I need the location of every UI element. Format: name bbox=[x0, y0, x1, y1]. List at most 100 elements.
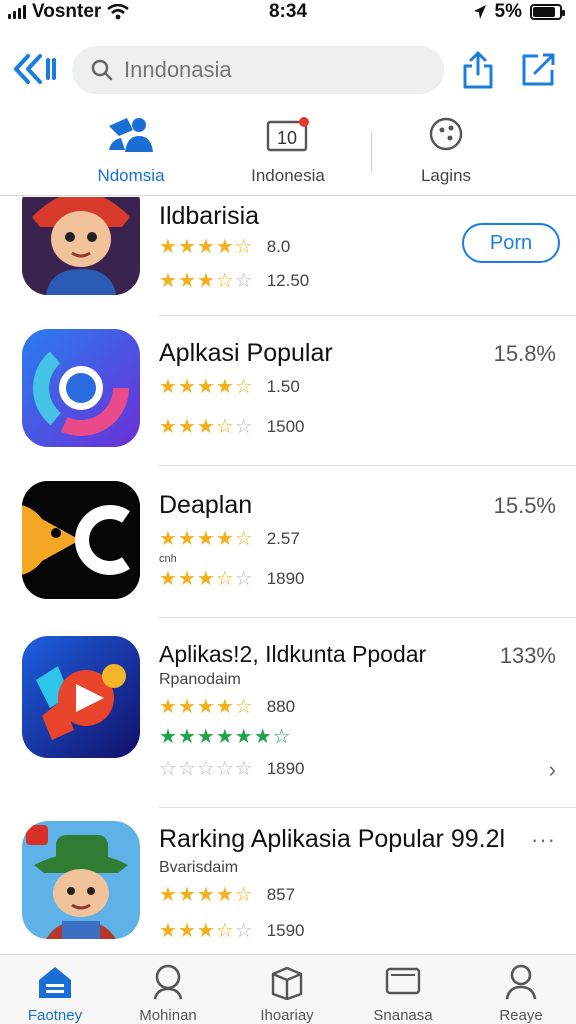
star-rating-green: ★ ★ ★ ★ ★ ★ ☆ bbox=[159, 727, 291, 747]
segment-tab-indonesia[interactable]: 10 Indonesia bbox=[213, 112, 363, 192]
star-icon: ★ bbox=[215, 528, 234, 550]
tab-faotney[interactable]: Faotney bbox=[0, 963, 110, 1024]
app-note: cnh bbox=[159, 553, 177, 565]
app-percentage: 15.8% bbox=[493, 341, 556, 366]
browser-ring-icon bbox=[22, 329, 140, 447]
rating-row: ★ ★ ★ ☆ ☆ 12.50 bbox=[159, 271, 309, 291]
tablet-icon bbox=[385, 967, 421, 995]
divider bbox=[159, 807, 576, 808]
rating-value: 8.0 bbox=[266, 237, 291, 256]
open-button[interactable]: Porn bbox=[462, 223, 560, 263]
list-item[interactable]: Ildbarisia ★ ★ ★ ★ ☆ 8.0 ★ ★ ★ ☆ ☆ 12.50 Porn bbox=[0, 197, 576, 316]
rating-value: 1.50 bbox=[266, 377, 300, 396]
star-icon: ★ bbox=[159, 920, 177, 942]
star-icon: ☆ bbox=[234, 920, 253, 942]
star-icon: ★ bbox=[177, 696, 196, 718]
list-item[interactable]: Aplkasi Popular 15.8% ★ ★ ★ ★ ☆ 1.50 ★ ★ ★ ☆ ☆ 1… bbox=[0, 327, 576, 467]
star-icon: ★ bbox=[253, 726, 272, 748]
chevron-right-icon[interactable]: › bbox=[549, 757, 556, 783]
rating-row: ★ ★ ★ ☆ ☆ 1500 bbox=[159, 417, 305, 437]
star-icon: ★ bbox=[215, 376, 234, 398]
star-icon: ☆ bbox=[234, 696, 253, 718]
search-input[interactable] bbox=[124, 57, 424, 83]
tab-snanasa[interactable]: Snanasa bbox=[348, 963, 458, 1024]
star-icon: ★ bbox=[196, 884, 215, 906]
star-icon: ★ bbox=[196, 568, 215, 590]
star-rating: ★ ★ ★ ★ ☆ bbox=[159, 885, 253, 905]
segment-tab-label: Ndomsia bbox=[97, 166, 165, 185]
star-icon: ★ bbox=[215, 884, 234, 906]
app-title: Ildbarisia bbox=[159, 202, 260, 230]
rating-row: ★ ★ ★ ★ ☆ 2.57 bbox=[159, 529, 300, 549]
star-icon: ★ bbox=[215, 726, 234, 748]
compass-icon bbox=[429, 117, 463, 151]
rating-row: ☆ ☆ ☆ ☆ ☆ 1890 bbox=[159, 759, 305, 779]
search-bar[interactable] bbox=[72, 46, 444, 94]
share-icon[interactable] bbox=[460, 50, 496, 90]
star-icon: ★ bbox=[159, 236, 177, 258]
search-person-icon bbox=[153, 964, 183, 1000]
star-icon: ☆ bbox=[215, 270, 234, 292]
rating-row: ★ ★ ★ ★ ☆ 1.50 bbox=[159, 377, 300, 397]
star-icon: ★ bbox=[177, 528, 196, 550]
list-item[interactable]: Deaplan 15.5% ★ ★ ★ ★ ☆ 2.57 cnh ★ ★ ★ ☆ ☆ 1890 bbox=[0, 479, 576, 619]
tab-label: Faotney bbox=[27, 1007, 83, 1024]
rating-row: ★ ★ ★ ★ ☆ 8.0 bbox=[159, 237, 290, 257]
more-icon[interactable]: ··· bbox=[531, 827, 556, 853]
star-icon: ★ bbox=[177, 416, 196, 438]
person-icon bbox=[505, 964, 537, 1000]
star-icon: ★ bbox=[196, 416, 215, 438]
star-icon: ★ bbox=[177, 236, 196, 258]
rating-count: 1890 bbox=[266, 759, 305, 778]
cartoon-character-icon bbox=[22, 197, 140, 295]
star-icon: ★ bbox=[177, 920, 196, 942]
rating-value: 2.57 bbox=[266, 529, 300, 548]
star-icon: ★ bbox=[159, 726, 177, 748]
star-icon: ★ bbox=[159, 270, 177, 292]
pac-c-icon bbox=[22, 481, 140, 599]
star-icon: ☆ bbox=[234, 270, 253, 292]
tab-label: Ihoariay bbox=[260, 1007, 314, 1024]
star-icon: ☆ bbox=[177, 758, 196, 780]
list-item[interactable]: Rarking Aplikasia Popular 99.2l ··· Bvar… bbox=[0, 821, 576, 954]
tab-mohinan[interactable]: Mohinan bbox=[113, 963, 223, 1024]
list-item[interactable]: Aplikas!2, Ildkunta Ppodar 133% Rpanodai… bbox=[0, 631, 576, 809]
app-subtitle: Rpanodaim bbox=[159, 671, 241, 688]
star-icon: ★ bbox=[159, 568, 177, 590]
rating-row: ★ ★ ★ ★ ☆ 857 bbox=[159, 885, 295, 905]
segment-tabs: Ndomsia 10 Indonesia Lagins bbox=[0, 112, 576, 196]
star-rating: ★ ★ ★ ☆ ☆ bbox=[159, 921, 253, 941]
segment-tab-ndomsia[interactable]: Ndomsia bbox=[56, 112, 206, 192]
rating-row: ★ ★ ★ ☆ ☆ 1890 bbox=[159, 569, 305, 589]
star-icon: ☆ bbox=[234, 568, 253, 590]
divider bbox=[159, 315, 576, 316]
star-icon: ☆ bbox=[234, 884, 253, 906]
star-rating: ★ ★ ★ ☆ ☆ bbox=[159, 569, 253, 589]
star-icon: ☆ bbox=[272, 726, 291, 748]
segment-tab-lagins[interactable]: Lagins bbox=[371, 112, 521, 192]
rating-value: 857 bbox=[266, 885, 296, 904]
star-icon: ★ bbox=[196, 726, 215, 748]
star-icon: ★ bbox=[159, 376, 177, 398]
star-icon: ★ bbox=[215, 236, 234, 258]
battery-percent: 5% bbox=[494, 1, 522, 22]
divider bbox=[159, 465, 576, 466]
compose-icon[interactable] bbox=[518, 50, 558, 90]
app-title: Deaplan bbox=[159, 491, 253, 519]
media-play-icon bbox=[22, 636, 140, 758]
star-rating: ★ ★ ★ ★ ☆ bbox=[159, 529, 253, 549]
star-icon: ★ bbox=[177, 568, 196, 590]
app-percentage: 15.5% bbox=[493, 493, 556, 518]
tab-ihoariay[interactable]: Ihoariay bbox=[232, 963, 342, 1024]
tab-label: Snanasa bbox=[373, 1007, 433, 1024]
divider bbox=[159, 617, 576, 618]
star-icon: ☆ bbox=[215, 758, 234, 780]
back-icon[interactable] bbox=[12, 52, 58, 86]
star-icon: ☆ bbox=[234, 416, 253, 438]
rating-row: ★ ★ ★ ☆ ☆ 1590 bbox=[159, 921, 305, 941]
status-bar: Vosnter 8:34 5% bbox=[0, 0, 576, 26]
tab-reaye[interactable]: Reaye bbox=[466, 963, 576, 1024]
rating-count: 1890 bbox=[266, 569, 305, 588]
star-icon: ☆ bbox=[159, 758, 177, 780]
cartoon-hat-character-icon bbox=[22, 821, 140, 939]
